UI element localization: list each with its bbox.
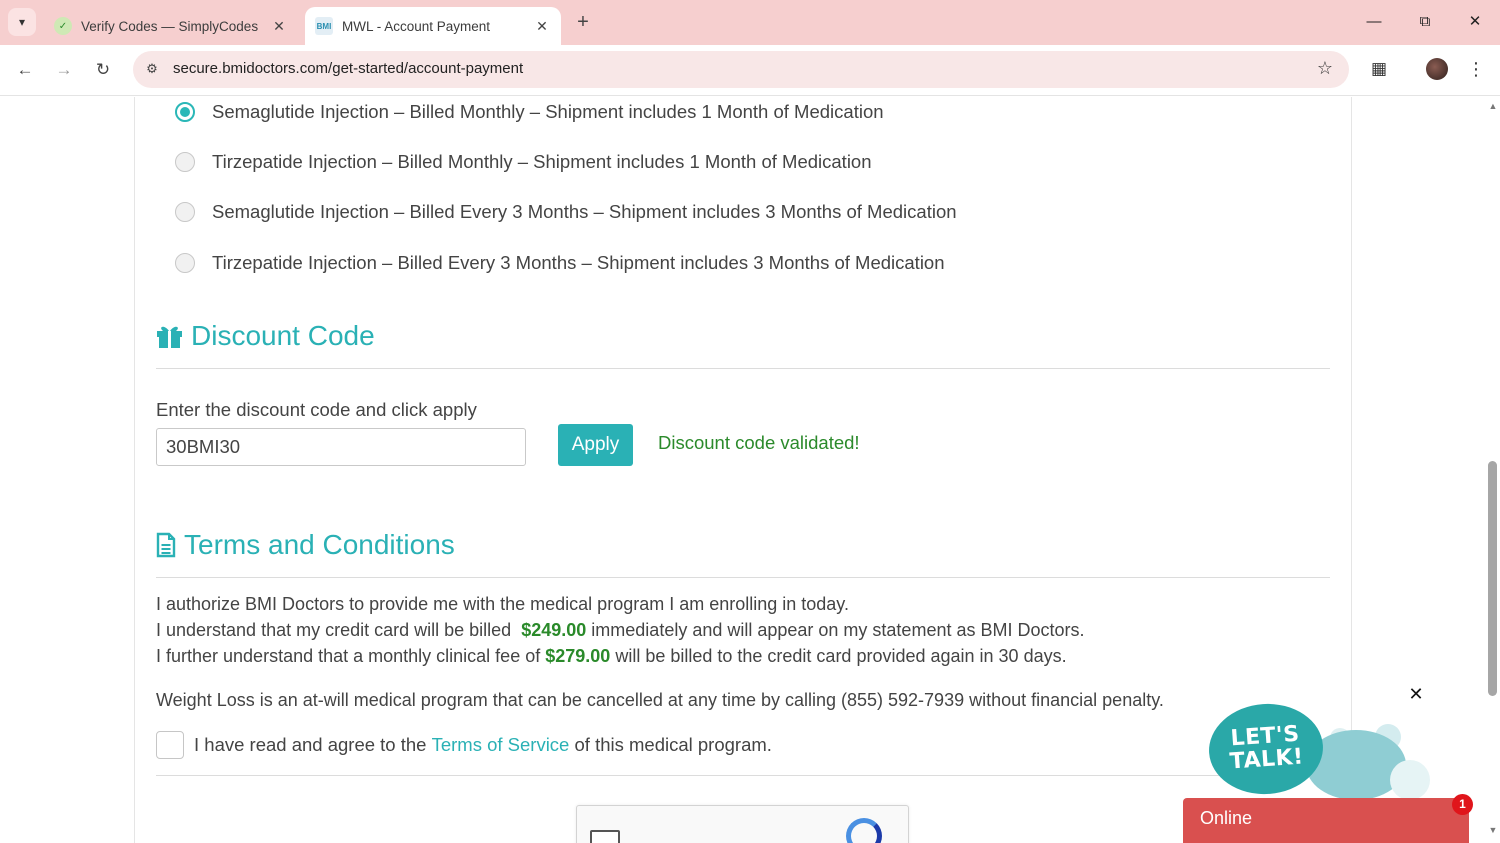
plan-option-tirzepatide-monthly[interactable]: Tirzepatide Injection – Billed Monthly –… <box>175 147 872 177</box>
section-divider <box>156 577 1330 578</box>
tab-search-button[interactable]: ▾ <box>8 8 36 36</box>
tab-account-payment[interactable]: BMI MWL - Account Payment ✕ <box>305 7 561 45</box>
close-chat-icon[interactable]: ✕ <box>1407 684 1425 704</box>
plan-label: Semaglutide Injection – Billed Every 3 M… <box>212 201 957 222</box>
payment-form-card: Semaglutide Injection – Billed Monthly –… <box>134 97 1352 843</box>
extensions-puzzle-icon[interactable]: ▦ <box>1367 57 1391 81</box>
page-scrollbar[interactable]: ▲ ▼ <box>1486 97 1500 843</box>
radio-button-selected[interactable] <box>175 102 195 122</box>
new-tab-button[interactable]: + <box>572 11 594 33</box>
profile-avatar[interactable] <box>1426 58 1448 80</box>
bookmark-star-icon[interactable]: ☆ <box>1317 58 1333 79</box>
tab-title: Verify Codes — SimplyCodes <box>81 18 259 34</box>
terms-line-monthly-fee: I further understand that a monthly clin… <box>156 646 1067 667</box>
address-bar[interactable]: ⚙ secure.bmidoctors.com/get-started/acco… <box>133 51 1349 88</box>
plan-label: Semaglutide Injection – Billed Monthly –… <box>212 101 884 122</box>
scroll-up-arrow-icon[interactable]: ▲ <box>1488 101 1498 111</box>
close-tab-icon[interactable]: ✕ <box>533 18 551 35</box>
plan-label: Tirzepatide Injection – Billed Every 3 M… <box>212 252 945 273</box>
simplycodes-icon: ✓ <box>54 17 72 35</box>
agree-terms-checkbox[interactable] <box>156 731 184 759</box>
recaptcha-widget <box>576 805 909 843</box>
chat-notification-badge: 1 <box>1452 794 1473 815</box>
initial-charge-amount: $249.00 <box>521 620 587 640</box>
restore-icon[interactable]: ⧉ <box>1413 10 1437 34</box>
agree-text: I have read and agree to the <box>194 734 427 755</box>
recaptcha-checkbox[interactable] <box>590 830 620 843</box>
terms-line-authorize: I authorize BMI Doctors to provide me wi… <box>156 594 849 614</box>
url-text[interactable]: secure.bmidoctors.com/get-started/accoun… <box>173 60 523 77</box>
apply-discount-button[interactable]: Apply <box>558 424 633 466</box>
minimize-icon[interactable]: — <box>1362 10 1386 34</box>
agree-text: of this medical program. <box>574 734 772 755</box>
radio-button[interactable] <box>175 253 195 273</box>
chat-online-bar[interactable]: Online <box>1183 798 1469 843</box>
discount-code-heading: Discount Code <box>156 320 375 352</box>
more-menu-icon[interactable]: ⋮ <box>1466 57 1486 81</box>
decorative-cloud <box>1390 760 1430 800</box>
terms-text: I further understand that a monthly clin… <box>156 646 541 666</box>
plan-label: Tirzepatide Injection – Billed Monthly –… <box>212 151 872 172</box>
terms-line-billing: I understand that my credit card will be… <box>156 620 1085 641</box>
scroll-down-arrow-icon[interactable]: ▼ <box>1488 825 1498 835</box>
tab-simplycodes[interactable]: ✓ Verify Codes — SimplyCodes ✕ <box>44 7 298 45</box>
section-divider <box>156 775 1330 776</box>
plan-option-tirzepatide-3-months[interactable]: Tirzepatide Injection – Billed Every 3 M… <box>175 248 945 278</box>
tab-title: MWL - Account Payment <box>342 18 491 34</box>
back-arrow-icon[interactable]: ← <box>12 57 38 83</box>
document-icon <box>156 532 176 558</box>
terms-text: immediately and will appear on my statem… <box>591 620 1085 640</box>
terms-heading: Terms and Conditions <box>156 529 455 561</box>
discount-status-message: Discount code validated! <box>658 432 860 453</box>
discount-code-label: Enter the discount code and click apply <box>156 399 477 420</box>
discount-code-input[interactable] <box>156 428 526 466</box>
plan-option-semaglutide-monthly[interactable]: Semaglutide Injection – Billed Monthly –… <box>175 97 884 127</box>
section-title: Discount Code <box>191 320 375 351</box>
site-settings-icon[interactable]: ⚙ <box>143 60 161 78</box>
section-divider <box>156 368 1330 369</box>
terms-agreement: I have read and agree to the Terms of Se… <box>156 731 772 759</box>
chat-status: Online <box>1200 808 1253 828</box>
browser-toolbar: ← → ↻ ⚙ secure.bmidoctors.com/get-starte… <box>0 45 1500 96</box>
forward-arrow-icon[interactable]: → <box>51 57 77 83</box>
plan-option-semaglutide-3-months[interactable]: Semaglutide Injection – Billed Every 3 M… <box>175 197 957 227</box>
terms-of-service-link[interactable]: Terms of Service <box>432 734 570 756</box>
scrollbar-thumb[interactable] <box>1488 461 1497 696</box>
close-tab-icon[interactable]: ✕ <box>270 18 288 35</box>
bmi-doctors-icon: BMI <box>315 17 333 35</box>
chevron-down-icon: ▾ <box>18 15 26 29</box>
radio-button[interactable] <box>175 152 195 172</box>
terms-text: I understand that my credit card will be… <box>156 620 512 640</box>
recaptcha-logo-icon <box>846 818 882 843</box>
reload-icon[interactable]: ↻ <box>90 57 116 83</box>
monthly-fee-amount: $279.00 <box>545 646 611 666</box>
section-title: Terms and Conditions <box>184 529 455 560</box>
cancellation-note: Weight Loss is an at-will medical progra… <box>156 690 1164 710</box>
gift-icon <box>156 324 183 349</box>
radio-button[interactable] <box>175 202 195 222</box>
close-window-icon[interactable]: ✕ <box>1463 10 1487 34</box>
browser-tab-strip: ▾ ✓ Verify Codes — SimplyCodes ✕ BMI MWL… <box>0 0 1500 45</box>
terms-text: will be billed to the credit card provid… <box>615 646 1067 666</box>
